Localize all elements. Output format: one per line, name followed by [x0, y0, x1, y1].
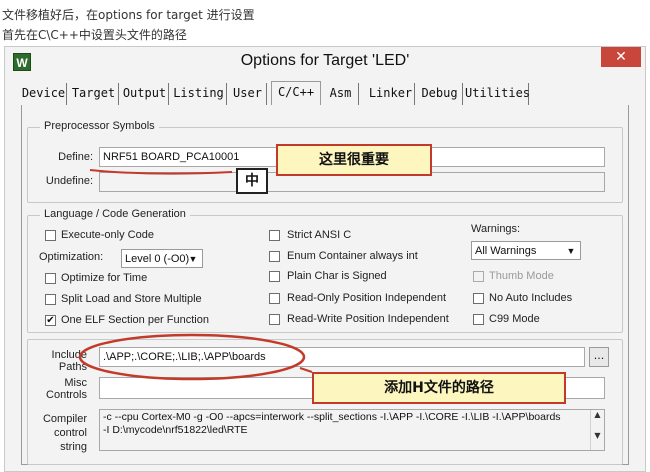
enum-container-checkbox[interactable] [269, 251, 280, 262]
compiler-string-label-3: string [60, 441, 87, 453]
include-paths-browse-button[interactable]: ... [589, 347, 609, 367]
one-elf-checkbox[interactable]: ✔ [45, 315, 56, 326]
tab-listing[interactable]: Listing [171, 83, 227, 105]
options-dialog: W Options for Target 'LED' ✕ Device Targ… [4, 46, 646, 472]
warnings-value: All Warnings [475, 245, 537, 257]
tab-debug[interactable]: Debug [417, 83, 463, 105]
tab-device[interactable]: Device [21, 83, 67, 105]
define-label: Define: [58, 151, 93, 163]
no-auto-includes-checkbox[interactable] [473, 293, 484, 304]
include-paths-input[interactable]: .\APP;.\CORE;.\LIB;.\APP\boards [99, 347, 585, 367]
split-load-label: Split Load and Store Multiple [61, 293, 202, 305]
strict-ansi-checkbox[interactable] [269, 230, 280, 241]
compiler-control-string: -c --cpu Cortex-M0 -g -O0 --apcs=interwo… [99, 409, 605, 451]
no-auto-includes-label: No Auto Includes [489, 292, 573, 304]
optimization-value: Level 0 (-O0) [125, 253, 190, 265]
tab-output[interactable]: Output [121, 83, 169, 105]
c99-mode-checkbox[interactable] [473, 314, 484, 325]
plain-char-checkbox[interactable] [269, 271, 280, 282]
title-bar[interactable]: W Options for Target 'LED' ✕ [5, 47, 645, 77]
close-button[interactable]: ✕ [601, 47, 641, 67]
execute-only-checkbox[interactable] [45, 230, 56, 241]
undefine-label: Undefine: [45, 175, 93, 187]
c99-mode-label: C99 Mode [489, 313, 540, 325]
preprocessor-group-label: Preprocessor Symbols [40, 120, 159, 132]
check-icon: ✔ [46, 315, 55, 326]
ro-pi-checkbox[interactable] [269, 293, 280, 304]
tab-asm[interactable]: Asm [323, 83, 359, 105]
optimization-label: Optimization: [39, 251, 104, 263]
tab-c-cpp[interactable]: C/C++ [271, 81, 321, 105]
compiler-line-1: -c --cpu Cortex-M0 -g -O0 --apcs=interwo… [103, 411, 561, 423]
compiler-string-scrollbar[interactable]: ▲ ▼ [590, 410, 604, 450]
one-elf-label: One ELF Section per Function [61, 314, 209, 326]
tab-linker[interactable]: Linker [367, 83, 415, 105]
plain-char-label: Plain Char is Signed [287, 270, 387, 282]
strict-ansi-label: Strict ANSI C [287, 229, 352, 241]
intro-line-1: 文件移植好后，在options for target 进行设置 [2, 8, 255, 22]
callout-add-path: 添加H文件的路径 [312, 372, 566, 404]
rw-pi-label: Read-Write Position Independent [287, 313, 449, 325]
optimization-select[interactable]: Level 0 (-O0) ▼ [121, 249, 203, 268]
include-paths-label-2: Paths [58, 361, 87, 373]
callout-important: 这里很重要 [276, 144, 432, 176]
misc-controls-label-1: Misc [64, 377, 87, 389]
ro-pi-label: Read-Only Position Independent [287, 292, 446, 304]
misc-controls-label-2: Controls [46, 389, 87, 401]
thumb-mode-checkbox[interactable] [473, 271, 484, 282]
dialog-title: Options for Target 'LED' [240, 52, 410, 69]
execute-only-label: Execute-only Code [61, 229, 154, 241]
callout-zhong: 中 [236, 168, 268, 194]
thumb-mode-label: Thumb Mode [489, 270, 554, 282]
rw-pi-checkbox[interactable] [269, 314, 280, 325]
split-load-checkbox[interactable] [45, 294, 56, 305]
tab-utilities[interactable]: Utilities [465, 83, 530, 105]
language-group-label: Language / Code Generation [40, 208, 190, 220]
compiler-string-label-2: control [53, 427, 87, 439]
compiler-line-2: -I D:\mycode\nrf51822\led\RTE [103, 424, 248, 436]
compiler-string-label-1: Compiler [42, 413, 87, 425]
warnings-select[interactable]: All Warnings ▼ [471, 241, 581, 260]
close-icon: ✕ [615, 49, 627, 65]
scroll-down-icon: ▼ [594, 431, 601, 440]
scroll-up-icon: ▲ [594, 410, 601, 419]
intro-line-2: 首先在C\C++中设置头文件的路径 [2, 28, 187, 42]
chevron-down-icon: ▼ [188, 254, 198, 264]
optimize-time-label: Optimize for Time [61, 272, 148, 284]
warnings-label: Warnings: [471, 223, 521, 235]
chevron-down-icon: ▼ [566, 246, 576, 256]
optimize-time-checkbox[interactable] [45, 273, 56, 284]
tab-target[interactable]: Target [69, 83, 119, 105]
include-paths-label-1: Include [51, 349, 87, 361]
enum-container-label: Enum Container always int [287, 250, 418, 262]
tab-user[interactable]: User [229, 83, 267, 105]
